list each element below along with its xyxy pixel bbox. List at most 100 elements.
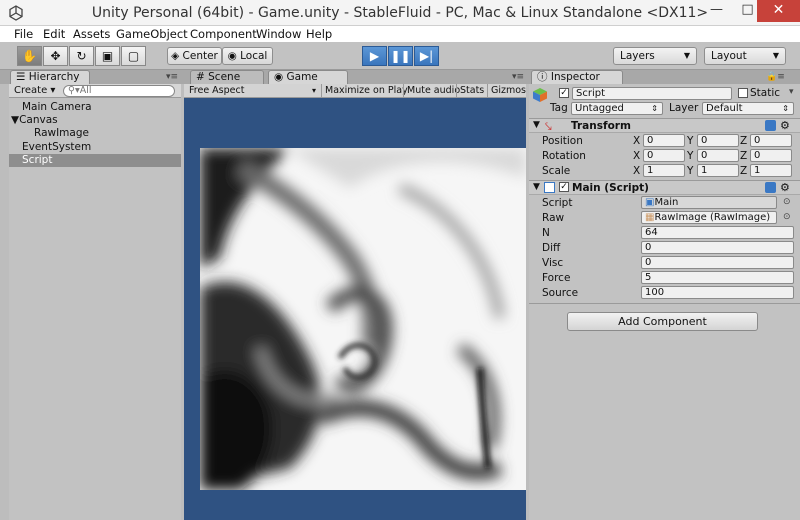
list-item[interactable]: EventSystem xyxy=(9,141,181,154)
axis-x-label: X xyxy=(633,135,641,147)
axis-y-label: Y xyxy=(687,150,694,162)
lock-icon[interactable]: 🔒≡ xyxy=(766,72,785,82)
expand-arrow-icon: ▼ xyxy=(533,182,540,192)
title-bar: Unity Personal (64bit) - Game.unity - St… xyxy=(0,0,800,26)
script-component-header[interactable]: ▼ ✓ Main (Script) ⚙ xyxy=(529,180,800,195)
tab-inspector[interactable]: ⓘ Inspector xyxy=(531,70,623,84)
panel-menu-icon[interactable]: ▾≡ xyxy=(166,72,178,82)
visc-input[interactable]: 0 xyxy=(641,256,794,269)
list-item[interactable]: RawImage xyxy=(9,127,181,140)
field-label: Source xyxy=(542,287,579,299)
main-toolbar: ✋ ✥ ↻ ▣ ▢ ◈ Center ◉ Local ▶ ❚❚ ▶| Layer… xyxy=(0,42,800,70)
force-input[interactable]: 5 xyxy=(641,271,794,284)
maximize-on-play-toggle[interactable]: Maximize on Play xyxy=(321,84,411,97)
menu-component[interactable]: Component xyxy=(190,26,257,42)
script-object-field[interactable]: ▣Main xyxy=(641,196,777,209)
static-checkbox[interactable] xyxy=(738,88,748,98)
script-file-icon xyxy=(544,182,555,193)
n-input[interactable]: 64 xyxy=(641,226,794,239)
panel-menu-icon[interactable]: ▾≡ xyxy=(512,72,524,82)
tab-hierarchy[interactable]: ☰ Hierarchy xyxy=(10,70,90,84)
axis-x-label: X xyxy=(633,165,641,177)
layer-label: Layer xyxy=(669,102,699,114)
hierarchy-search-input[interactable]: ⚲▾All xyxy=(63,85,175,97)
transform-position-label: Position xyxy=(542,135,583,147)
stats-toggle[interactable]: Stats xyxy=(456,84,487,97)
chevron-down-icon: ▾ xyxy=(312,86,317,95)
transform-rotation-z-input[interactable]: 0 xyxy=(750,149,792,162)
step-button[interactable]: ▶| xyxy=(414,46,439,66)
tag-dropdown[interactable]: Untagged ⇕ xyxy=(571,102,663,115)
tab-scene[interactable]: # Scene xyxy=(190,70,264,84)
pivot-center-button[interactable]: ◈ Center xyxy=(167,47,222,65)
help-book-icon xyxy=(765,120,776,131)
transform-position-x-input[interactable]: 0 xyxy=(643,134,685,147)
layout-dropdown[interactable]: Layout ▼ xyxy=(704,47,786,65)
create-dropdown[interactable]: Create ▾ xyxy=(14,85,55,96)
rotate-tool-icon[interactable]: ↻ xyxy=(69,46,94,66)
transform-scale-z-input[interactable]: 1 xyxy=(750,164,792,177)
menu-help[interactable]: Help xyxy=(306,26,332,42)
inspector-panel: ✓ Script Static ▾ Tag Untagged ⇕ Layer De… xyxy=(529,84,800,520)
gameobject-cube-icon xyxy=(533,88,547,102)
source-input[interactable]: 100 xyxy=(641,286,794,299)
raw-object-field[interactable]: ▦RawImage (RawImage) xyxy=(641,211,777,224)
list-item[interactable]: Main Camera xyxy=(9,101,181,114)
rect-tool-icon[interactable]: ▢ xyxy=(121,46,146,66)
gizmos-dropdown[interactable]: Gizmos xyxy=(487,84,529,97)
gear-icon: ⚙ xyxy=(780,181,790,194)
aspect-dropdown[interactable]: Free Aspect xyxy=(189,84,244,97)
menu-gameobject[interactable]: GameObject xyxy=(116,26,188,42)
add-component-button[interactable]: Add Component xyxy=(567,312,758,331)
close-button[interactable]: ✕ xyxy=(757,0,800,22)
object-name-input[interactable]: Script xyxy=(572,87,732,100)
transform-header[interactable]: ▼ ⤥ Transform ⚙ xyxy=(529,118,800,133)
field-label: N xyxy=(542,227,550,239)
layers-dropdown[interactable]: Layers ▼ xyxy=(613,47,697,65)
layer-dropdown[interactable]: Default ⇕ xyxy=(702,102,794,115)
transform-scale-x-input[interactable]: 1 xyxy=(643,164,685,177)
play-button[interactable]: ▶ xyxy=(362,46,387,66)
field-label: Force xyxy=(542,272,571,284)
axis-z-label: Z xyxy=(740,135,748,147)
tab-game[interactable]: ◉ Game xyxy=(268,70,348,84)
transform-position-z-input[interactable]: 0 xyxy=(750,134,792,147)
transform-rotation-x-input[interactable]: 0 xyxy=(643,149,685,162)
hierarchy-panel: Create ▾ ⚲▾All Main Camera ▼Canvas RawIm… xyxy=(9,84,181,520)
fluid-render-image xyxy=(200,148,526,490)
divider xyxy=(529,303,800,304)
scale-tool-icon[interactable]: ▣ xyxy=(95,46,120,66)
list-item[interactable]: ▼Canvas xyxy=(9,114,181,127)
pause-button[interactable]: ❚❚ xyxy=(388,46,413,66)
move-tool-icon[interactable]: ✥ xyxy=(43,46,68,66)
chevron-down-icon[interactable]: ▾ xyxy=(789,87,794,97)
menu-file[interactable]: File xyxy=(14,26,33,42)
object-picker-icon[interactable]: ⊙ xyxy=(783,212,791,222)
list-item-selected[interactable]: Script xyxy=(9,154,181,167)
transform-scale-y-input[interactable]: 1 xyxy=(697,164,739,177)
axis-y-label: Y xyxy=(687,135,694,147)
transform-rotation-y-input[interactable]: 0 xyxy=(697,149,739,162)
field-label: Visc xyxy=(542,257,564,269)
field-label: Raw xyxy=(542,212,565,224)
transform-rotation-label: Rotation xyxy=(542,150,586,162)
pivot-local-button[interactable]: ◉ Local xyxy=(222,47,273,65)
game-subbar: Free Aspect ▾ Maximize on Play Mute audi… xyxy=(184,84,526,98)
window-title: Unity Personal (64bit) - Game.unity - St… xyxy=(91,5,709,21)
object-picker-icon[interactable]: ⊙ xyxy=(783,197,791,207)
hand-tool-icon[interactable]: ✋ xyxy=(17,46,42,66)
axis-z-label: Z xyxy=(740,165,748,177)
minimize-button[interactable]: — xyxy=(701,0,732,22)
transform-position-y-input[interactable]: 0 xyxy=(697,134,739,147)
diff-input[interactable]: 0 xyxy=(641,241,794,254)
tab-strip xyxy=(0,70,800,84)
component-enabled-checkbox[interactable]: ✓ xyxy=(559,182,569,192)
expand-arrow-icon: ▼ xyxy=(11,114,20,126)
menu-window[interactable]: Window xyxy=(256,26,301,42)
menu-edit[interactable]: Edit xyxy=(43,26,65,42)
mute-audio-toggle[interactable]: Mute audio xyxy=(403,84,463,97)
expand-arrow-icon: ▼ xyxy=(533,120,540,130)
field-label: Diff xyxy=(542,242,561,254)
active-checkbox[interactable]: ✓ xyxy=(559,88,569,98)
menu-assets[interactable]: Assets xyxy=(73,26,110,42)
